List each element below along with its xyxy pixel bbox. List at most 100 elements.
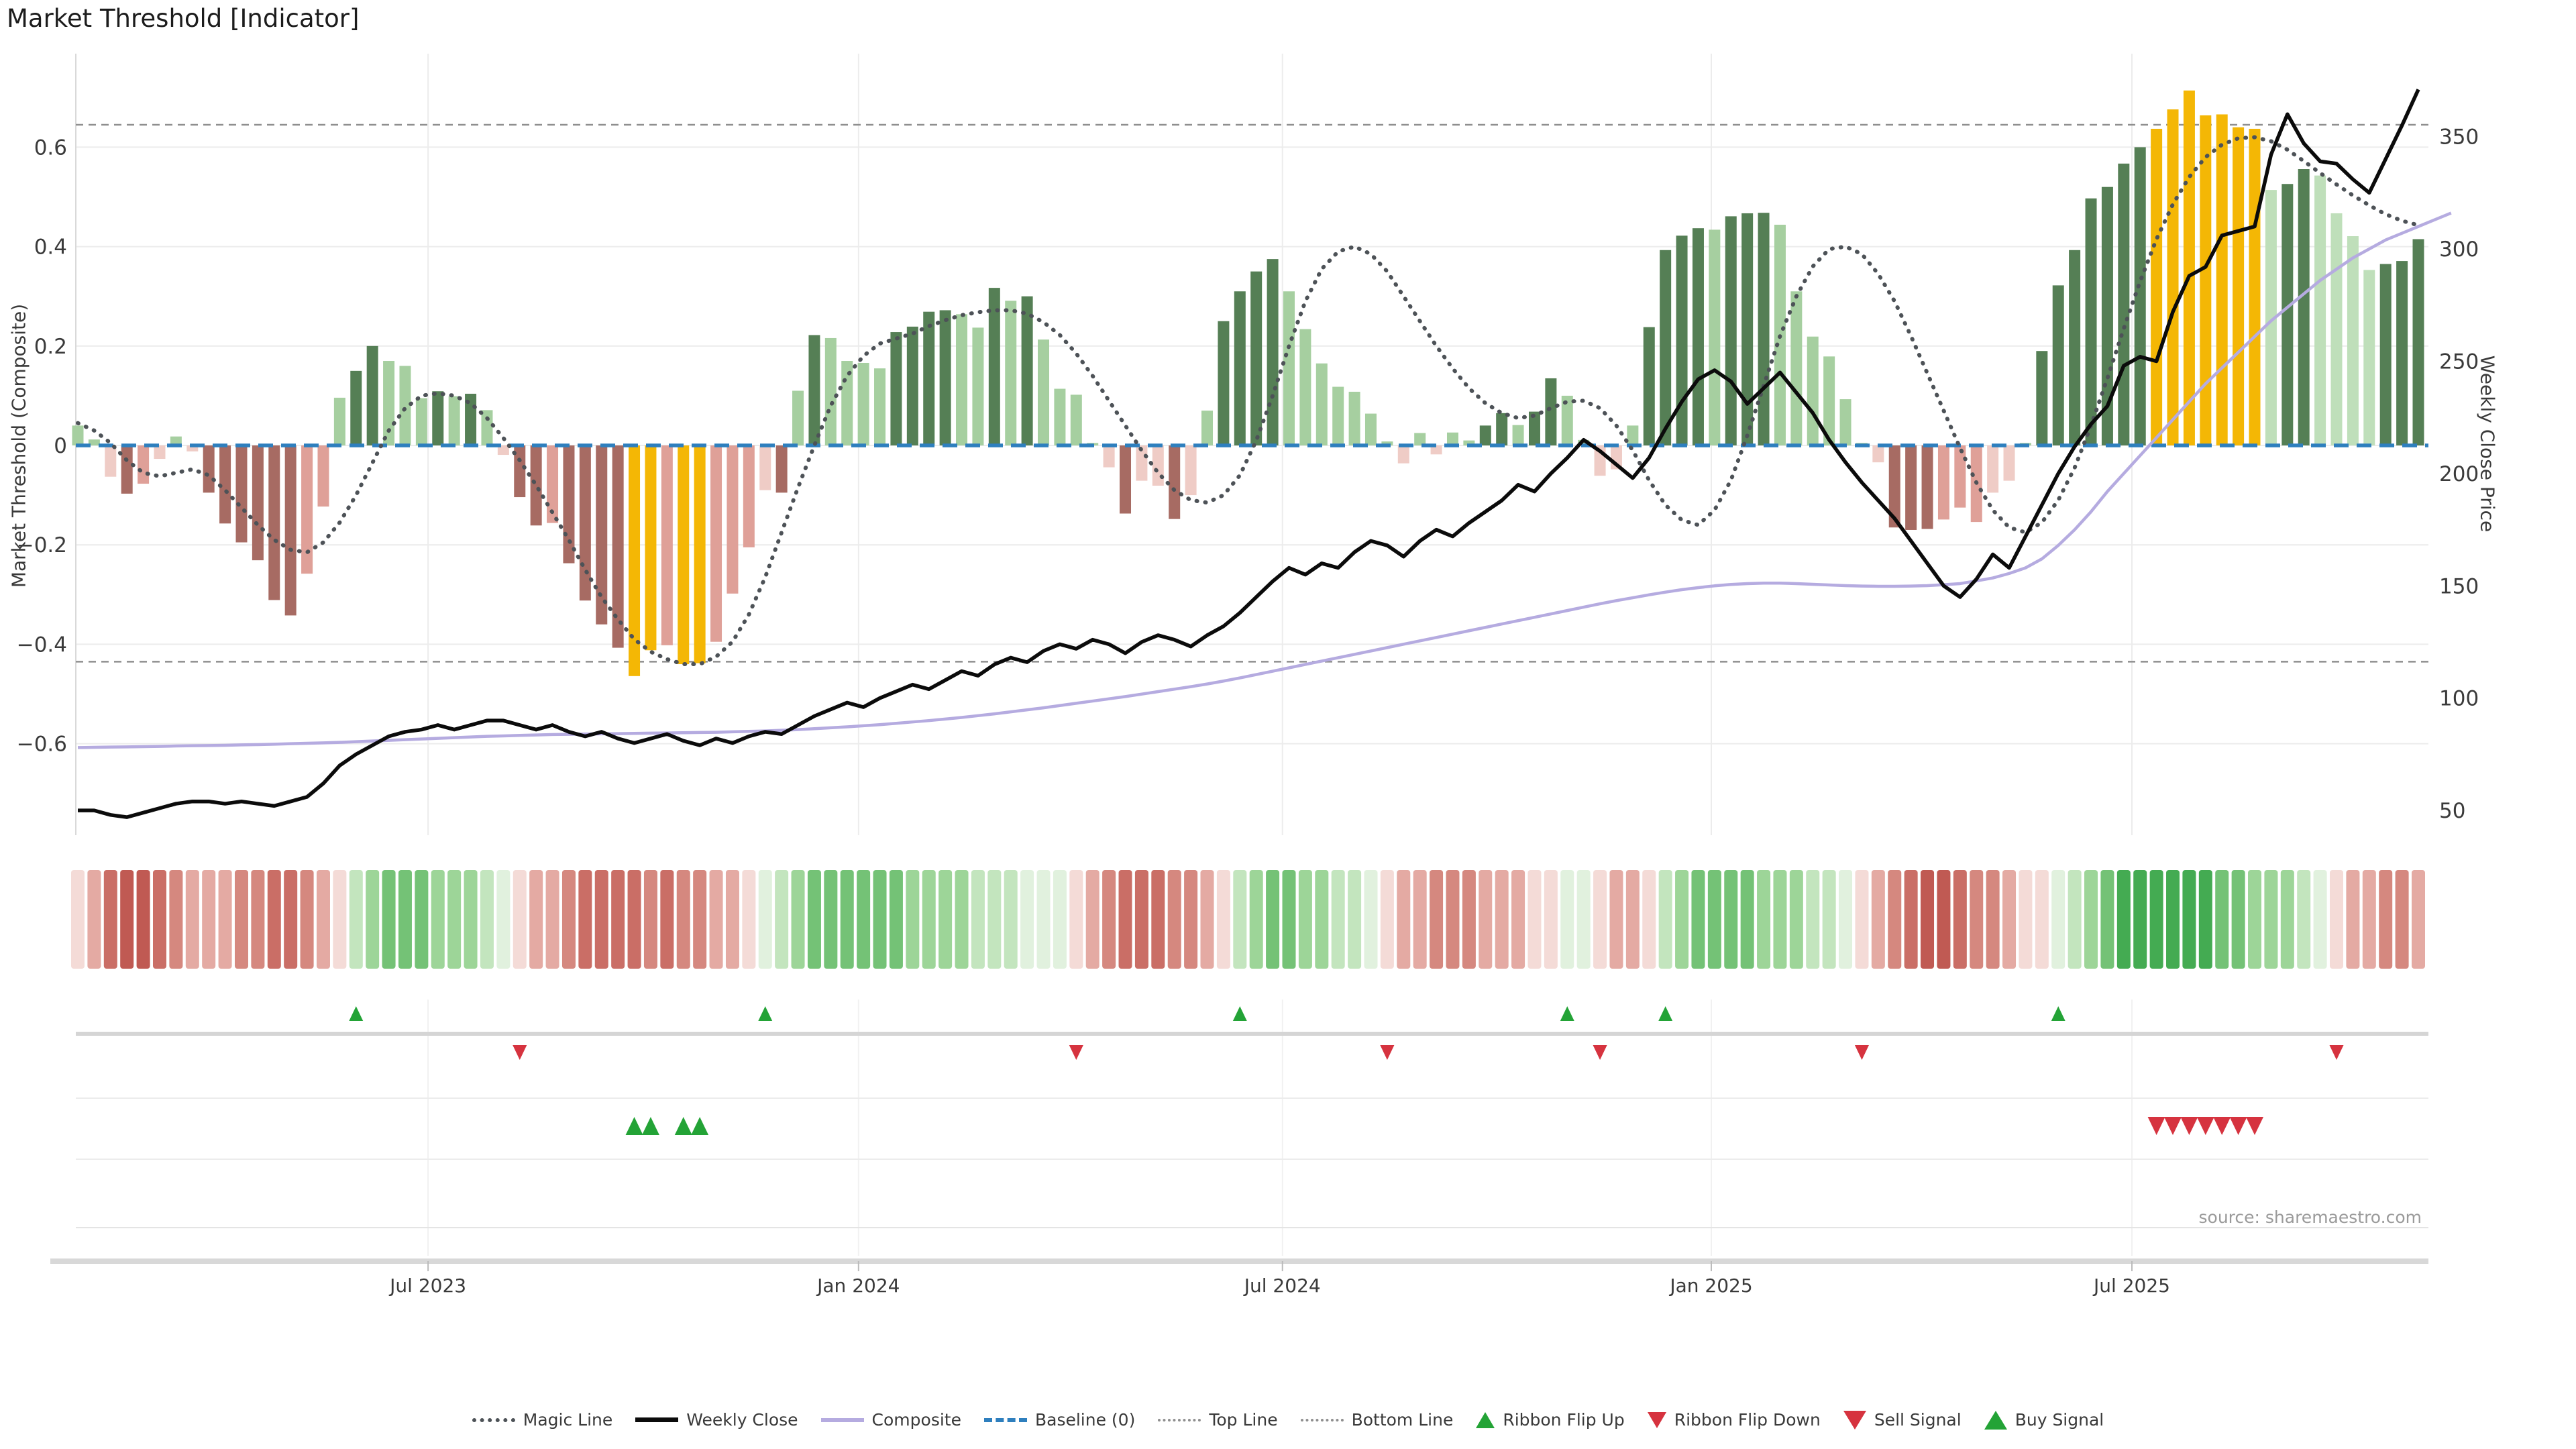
ribbon-cell [1806, 870, 1819, 969]
sell-signal-marker [2230, 1117, 2247, 1135]
ribbon-cell [1381, 870, 1394, 969]
ribbon-cell [628, 870, 641, 969]
ribbon-cell [2051, 870, 2065, 969]
threshold-bar [399, 366, 411, 445]
buy-signal-marker [691, 1117, 708, 1135]
ribbon-cell [955, 870, 969, 969]
ribbon-cell [677, 870, 690, 969]
threshold-bar [2004, 445, 2015, 481]
ribbon-cell [1053, 870, 1067, 969]
ribbon-cell [2297, 870, 2310, 969]
ribbon-cell [742, 870, 755, 969]
legend-item-sell-signal: Sell Signal [1843, 1410, 1962, 1430]
ribbon-cell [1332, 870, 1345, 969]
ribbon-cell [2019, 870, 2032, 969]
ribbon-cell [1119, 870, 1132, 969]
threshold-bar [367, 346, 378, 445]
threshold-bar [907, 327, 918, 445]
right-tick-label: 250 [2439, 350, 2479, 374]
ribbon-cell [1823, 870, 1836, 969]
ribbon-cell [2264, 870, 2277, 969]
ribbon-cell [2182, 870, 2196, 969]
left-tick-label: 0.6 [34, 136, 67, 160]
ribbon-cell [1397, 870, 1410, 969]
ribbon-cell [971, 870, 985, 969]
buy-signal-icon [1984, 1411, 2007, 1430]
ribbon-cell [710, 870, 723, 969]
ribbon-cell [873, 870, 887, 969]
right-tick-label: 350 [2439, 125, 2479, 150]
ribbon-cell [71, 870, 85, 969]
ribbon-cell [922, 870, 936, 969]
magic-line-swatch [472, 1418, 515, 1422]
ribbon-cell [1773, 870, 1786, 969]
threshold-bar [2053, 285, 2064, 445]
market-threshold-chart: Jul 2023Jan 2024Jul 2024Jan 2025Jul 2025… [0, 0, 2576, 1449]
ribbon-flip-down-marker [1855, 1045, 1869, 1060]
ribbon-cell [2100, 870, 2114, 969]
legend-label: Ribbon Flip Down [1674, 1410, 1821, 1430]
legend: Magic LineWeekly CloseCompositeBaseline … [0, 1410, 2576, 1430]
ribbon-cell [1020, 870, 1034, 969]
ribbon-flip-up-marker [2051, 1006, 2065, 1021]
x-tick-label: Jan 2024 [816, 1275, 900, 1297]
ribbon-cell [2068, 870, 2082, 969]
ribbon-cell [202, 870, 215, 969]
ribbon-cell [2150, 870, 2163, 969]
ribbon-cell [1757, 870, 1770, 969]
ribbon-cell [1577, 870, 1591, 969]
threshold-bar [334, 398, 345, 445]
threshold-bar [956, 314, 967, 445]
ribbon-cell [1348, 870, 1361, 969]
ribbon-cell [1872, 870, 1885, 969]
threshold-bar [1316, 364, 1328, 445]
ribbon-flip-down-marker [1380, 1045, 1394, 1060]
threshold-bar [808, 335, 820, 445]
weekly-close-line [78, 89, 2418, 817]
threshold-bar [972, 327, 983, 445]
ribbon-cell [1479, 870, 1492, 969]
threshold-bar [383, 361, 394, 445]
threshold-bar [1660, 250, 1671, 445]
ribbon-cell [366, 870, 379, 969]
ribbon-cell [1839, 870, 1852, 969]
threshold-bar [1840, 399, 1851, 445]
threshold-bar [858, 363, 869, 445]
ribbon-cell [2346, 870, 2359, 969]
threshold-bar [1545, 378, 1556, 445]
ribbon-cell [2363, 870, 2376, 969]
ribbon-cell [726, 870, 739, 969]
ribbon-flip-down-icon [1648, 1412, 1666, 1428]
threshold-bar [2396, 261, 2408, 445]
ribbon-cell [2412, 870, 2425, 969]
chart-canvas: Jul 2023Jan 2024Jul 2024Jan 2025Jul 2025… [0, 0, 2576, 1449]
threshold-bar [138, 445, 149, 484]
ribbon-flip-up-marker [1233, 1006, 1247, 1021]
ribbon-cell [447, 870, 461, 969]
ribbon-cell [2133, 870, 2147, 969]
sell-signal-marker [2246, 1117, 2263, 1135]
ribbon-cell [464, 870, 478, 969]
ribbon-cell [1430, 870, 1443, 969]
threshold-bar [1332, 387, 1344, 445]
threshold-bar [2233, 127, 2244, 445]
threshold-bar [1152, 445, 1164, 486]
threshold-bar [580, 445, 591, 600]
ribbon-cell [1544, 870, 1558, 969]
threshold-bar [1414, 433, 1426, 445]
threshold-bar [1005, 301, 1016, 445]
threshold-bar [694, 445, 706, 663]
ribbon-cell [987, 870, 1001, 969]
ribbon-cell [562, 870, 576, 969]
ribbon-cell [1135, 870, 1148, 969]
threshold-bar [1790, 291, 1802, 445]
ribbon-cell [1462, 870, 1476, 969]
ribbon-cell [841, 870, 854, 969]
bottom-line-swatch [1301, 1419, 1344, 1421]
threshold-bar [2380, 264, 2392, 445]
x-axis: Jul 2023Jan 2024Jul 2024Jan 2025Jul 2025 [50, 1261, 2428, 1297]
legend-label: Buy Signal [2015, 1410, 2104, 1430]
threshold-bar [285, 445, 297, 615]
threshold-bar [1513, 425, 1524, 445]
ribbon-cell [1201, 870, 1214, 969]
